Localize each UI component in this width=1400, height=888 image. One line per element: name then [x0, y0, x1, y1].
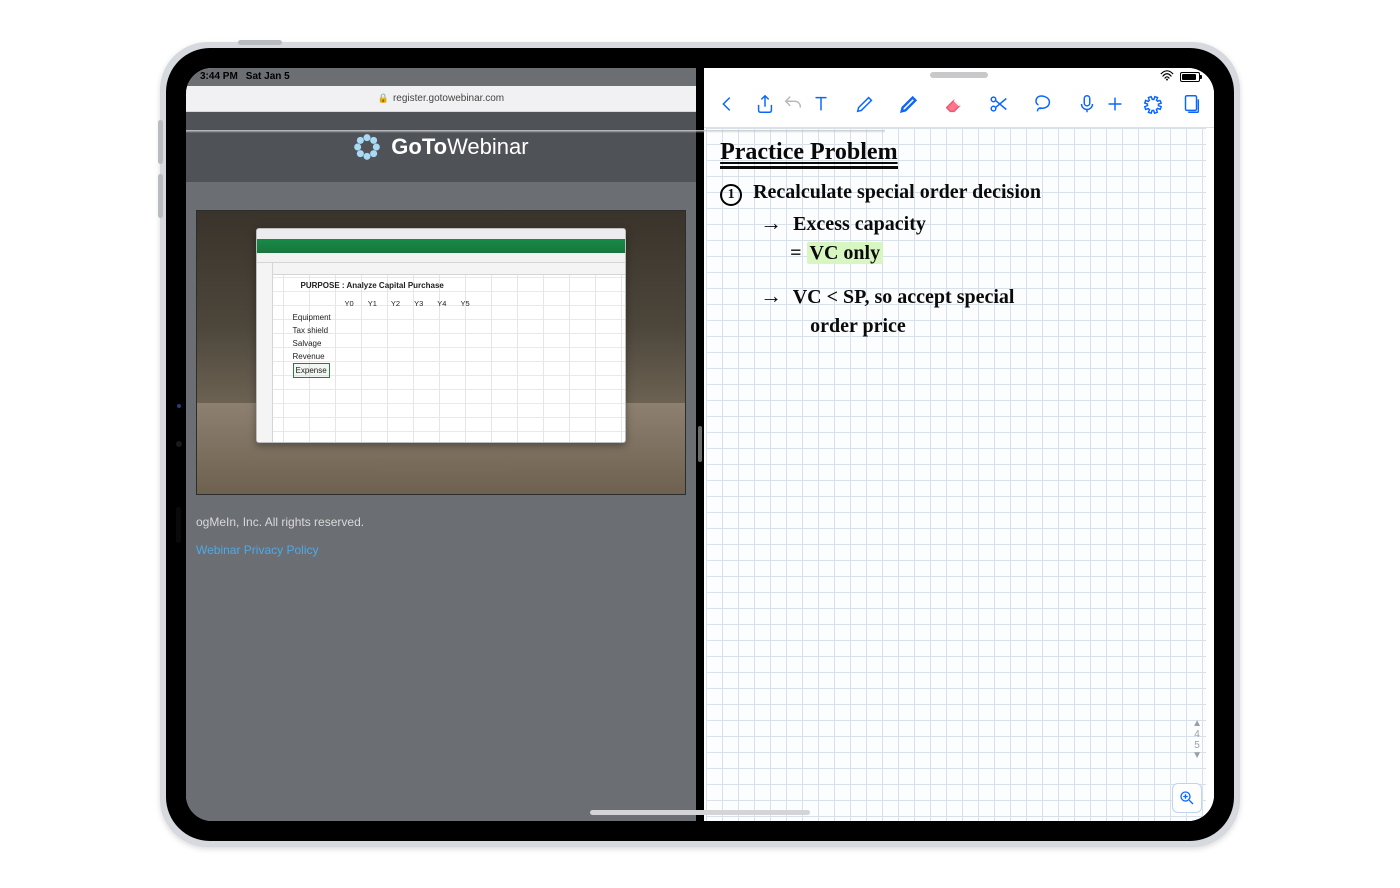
page-up-icon[interactable]: ▲	[1192, 719, 1202, 729]
pages-button[interactable]	[1178, 91, 1204, 117]
excel-window: PURPOSE : Analyze Capital Purchase Y0 Y1…	[256, 228, 627, 443]
safari-url-text: register.gotowebinar.com	[393, 93, 504, 104]
zoom-button[interactable]	[1172, 783, 1202, 813]
ipad-screen: 3:44 PM Sat Jan 5 register.gotowebinar.c…	[186, 68, 1214, 821]
excel-row-labels: Equipment Tax shield Salvage Revenue Exp…	[289, 311, 622, 378]
note-canvas[interactable]: Practice Problem 1 Recalculate special o…	[706, 128, 1206, 821]
note-step1b: VC < SP, so accept special	[793, 286, 1015, 308]
gotowebinar-title-bold: GoTo	[391, 134, 447, 159]
power-button	[238, 40, 282, 45]
ipad-bezel: 3:44 PM Sat Jan 5 register.gotowebinar.c…	[166, 48, 1234, 841]
note-step1: Recalculate special order decision	[753, 181, 1041, 203]
excel-ribbon	[257, 239, 626, 253]
excel-year-0: Y0	[345, 297, 354, 311]
note-step1a-eq: =	[790, 242, 806, 264]
toolbar-shadow	[186, 130, 885, 133]
safari-url-bar[interactable]: register.gotowebinar.com	[186, 86, 696, 112]
status-bar: 3:44 PM Sat Jan 5	[186, 68, 1214, 86]
excel-row-equipment: Equipment	[293, 311, 622, 324]
scissors-tool-button[interactable]	[986, 91, 1012, 117]
gotowebinar-header: GoToWebinar	[186, 112, 696, 182]
excel-year-4: Y4	[437, 297, 446, 311]
lasso-tool-button[interactable]	[1030, 91, 1056, 117]
excel-year-5: Y5	[460, 297, 469, 311]
handwriting: Practice Problem 1 Recalculate special o…	[706, 128, 1206, 352]
status-time: 3:44 PM	[200, 71, 238, 82]
lock-icon	[378, 93, 389, 104]
home-indicator[interactable]	[590, 810, 810, 815]
wifi-icon	[1160, 70, 1174, 84]
excel-grid: PURPOSE : Analyze Capital Purchase Y0 Y1…	[257, 263, 626, 442]
gotowebinar-title-light: Webinar	[447, 134, 529, 159]
ambient-sensor	[176, 507, 181, 543]
excel-col-headers	[273, 263, 626, 275]
back-button[interactable]	[714, 91, 740, 117]
eraser-tool-button[interactable]	[940, 90, 968, 118]
excel-row-salvage: Salvage	[293, 337, 622, 350]
status-date: Sat Jan 5	[246, 71, 290, 82]
excel-purpose-cell: PURPOSE : Analyze Capital Purchase	[301, 279, 622, 293]
notes-toolbar	[704, 82, 1214, 128]
sensor-dot	[177, 404, 181, 408]
excel-toolbar	[257, 253, 626, 263]
mic-button[interactable]	[1074, 91, 1100, 117]
excel-titlebar	[257, 229, 626, 239]
safari-page: GoToWebinar	[186, 112, 696, 821]
gotowebinar-copyright: ogMeIn, Inc. All rights reserved.	[196, 515, 686, 529]
arrow-icon	[760, 286, 788, 308]
note-step1a-highlight: VC only	[807, 242, 884, 264]
excel-year-2: Y2	[391, 297, 400, 311]
highlighter-tool-button[interactable]	[896, 91, 922, 117]
step-number-1: 1	[720, 184, 742, 206]
split-view-divider[interactable]	[696, 68, 704, 821]
gotowebinar-body: PURPOSE : Analyze Capital Purchase Y0 Y1…	[186, 182, 696, 577]
page-nav[interactable]: ▲ 4 5 ▼	[1192, 719, 1202, 761]
note-step1b-cont: order price	[810, 315, 906, 337]
pen-tool-button[interactable]	[852, 91, 878, 117]
volume-down-button	[158, 174, 163, 218]
settings-button[interactable]	[1140, 91, 1166, 117]
note-step1a: Excess capacity	[793, 213, 926, 235]
excel-row-revenue: Revenue	[293, 350, 622, 363]
page-down-icon[interactable]: ▼	[1192, 751, 1202, 761]
excel-row-taxshield: Tax shield	[293, 324, 622, 337]
excel-year-3: Y3	[414, 297, 423, 311]
gotowebinar-footer: ogMeIn, Inc. All rights reserved. Webina…	[196, 495, 686, 557]
gotowebinar-logo-icon	[353, 133, 381, 161]
excel-year-1: Y1	[368, 297, 377, 311]
excel-selected-cell: Expense	[293, 363, 330, 378]
share-button[interactable]	[752, 91, 778, 117]
presenter-screen: PURPOSE : Analyze Capital Purchase Y0 Y1…	[196, 210, 686, 495]
safari-app: register.gotowebinar.com	[186, 68, 696, 821]
excel-year-headers: Y0 Y1 Y2 Y3 Y4 Y5	[345, 297, 622, 311]
excel-row-expense: Expense	[293, 363, 622, 378]
battery-icon	[1180, 72, 1200, 82]
gotowebinar-privacy-link[interactable]: Webinar Privacy Policy	[196, 543, 318, 557]
page-current: 4	[1194, 729, 1200, 740]
add-button[interactable]	[1102, 91, 1128, 117]
notes-app: Practice Problem 1 Recalculate special o…	[704, 68, 1214, 821]
page-total: 5	[1194, 740, 1200, 751]
front-camera	[176, 441, 182, 447]
volume-up-button	[158, 120, 163, 164]
split-handle-icon	[698, 426, 702, 462]
undo-button[interactable]	[780, 91, 806, 117]
note-title: Practice Problem	[720, 140, 897, 169]
excel-row-headers	[257, 263, 273, 442]
text-tool-button[interactable]	[808, 91, 834, 117]
ipad-frame: 3:44 PM Sat Jan 5 register.gotowebinar.c…	[160, 42, 1240, 847]
gotowebinar-title: GoToWebinar	[391, 134, 528, 160]
arrow-icon	[760, 213, 788, 235]
